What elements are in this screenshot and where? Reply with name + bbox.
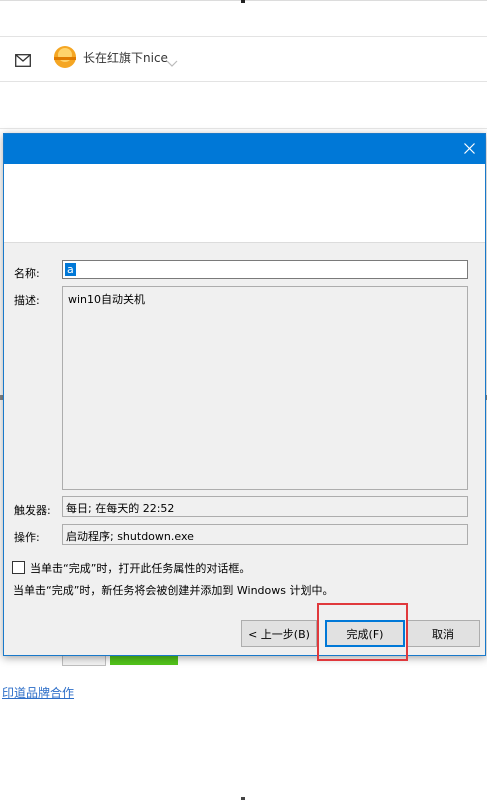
open-properties-label[interactable]: 当单击“完成”时，打开此任务属性的对话框。 (30, 560, 250, 576)
action-value: 启动程序; shutdown.exe (66, 530, 194, 543)
name-label: 名称: (14, 267, 40, 280)
chevron-down-icon[interactable] (166, 53, 178, 67)
trigger-label: 触发器: (14, 504, 51, 517)
action-field: 启动程序; shutdown.exe (62, 524, 468, 545)
mail-icon[interactable] (15, 52, 31, 67)
description-label: 描述: (14, 294, 40, 307)
finish-info-text: 当单击“完成”时，新任务将会被创建并添加到 Windows 计划中。 (13, 584, 334, 597)
user-avatar-icon[interactable] (53, 45, 77, 69)
finish-button[interactable]: 完成(F) (325, 620, 405, 647)
description-field[interactable]: win10自动关机 (62, 286, 468, 490)
brand-cooperation-link[interactable]: 印道品牌合作 (2, 684, 74, 701)
close-icon (464, 143, 475, 154)
action-label: 操作: (14, 531, 40, 544)
back-button[interactable]: < 上一步(B) (241, 620, 317, 647)
open-properties-checkbox[interactable] (12, 561, 25, 574)
trigger-field: 每日; 在每天的 22:52 (62, 496, 468, 517)
page-header: 长在红旗下nice (0, 36, 487, 82)
top-notch (241, 0, 245, 3)
create-task-dialog: 名称: a 描述: win10自动关机 触发器: 每日; 在每天的 22:52 … (3, 133, 486, 656)
trigger-value: 每日; 在每天的 22:52 (66, 502, 175, 515)
close-button[interactable] (455, 134, 485, 164)
background-row (0, 84, 487, 129)
dialog-header-area (4, 164, 485, 243)
dialog-titlebar[interactable] (4, 134, 485, 164)
name-input[interactable]: a (62, 260, 468, 279)
name-value: a (65, 263, 76, 276)
user-name[interactable]: 长在红旗下nice (83, 49, 168, 66)
description-value: win10自动关机 (68, 293, 146, 306)
cancel-button[interactable]: 取消 (406, 620, 480, 647)
